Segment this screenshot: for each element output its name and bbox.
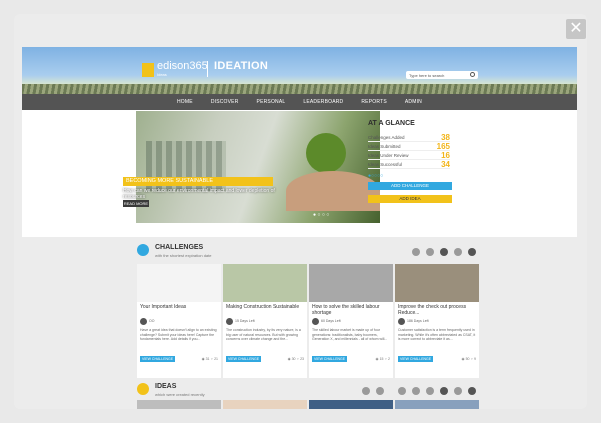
- nav-admin[interactable]: ADMIN: [396, 94, 431, 110]
- challenges-title: CHALLENGES: [155, 244, 204, 251]
- avatar: [398, 317, 405, 325]
- nav-home[interactable]: HOME: [168, 94, 202, 110]
- stat-row: Ideas Under Review 16: [368, 150, 450, 160]
- view-challenge-button[interactable]: VIEW CHALLENGE: [398, 356, 434, 362]
- target-icon[interactable]: [440, 248, 448, 256]
- bulb-icon: [142, 63, 154, 77]
- card-image: [395, 264, 479, 302]
- hero-description: How can we reduce our environmental impa…: [123, 188, 275, 200]
- nav-leaderboard[interactable]: LEADERBOARD: [294, 94, 352, 110]
- next-icon[interactable]: [468, 387, 476, 395]
- close-button[interactable]: ✕: [566, 19, 586, 39]
- filter-icon[interactable]: [398, 387, 406, 395]
- nav-personal[interactable]: PERSONAL: [248, 94, 295, 110]
- avatar: [312, 317, 319, 325]
- bulb-filter-icon[interactable]: [412, 387, 420, 395]
- at-a-glance-panel: AT A GLANCE Challenges Added 38 Ideas Sub…: [368, 120, 452, 203]
- search-icon[interactable]: [470, 72, 475, 77]
- eye-icon[interactable]: [426, 248, 434, 256]
- product-title: IDEATION: [214, 60, 269, 72]
- nav-discover[interactable]: DISCOVER: [202, 94, 248, 110]
- hero-title: BECOMING MORE SUSTAINABLE: [123, 177, 273, 186]
- brand-sub: Ideas: [157, 72, 167, 77]
- eye-icon[interactable]: [426, 387, 434, 395]
- idea-card-image[interactable]: [137, 400, 221, 409]
- idea-card-image[interactable]: [309, 400, 393, 409]
- header-banner: edison365 Ideas IDEATION Type here to se…: [22, 47, 577, 94]
- ideas-subtitle: which were created recently: [155, 392, 205, 397]
- idea-card-image[interactable]: [395, 400, 479, 409]
- bulb-filter-icon[interactable]: [412, 248, 420, 256]
- challenge-card[interactable]: Making Construction Sustainable 15 Days …: [223, 264, 307, 378]
- add-challenge-button[interactable]: ADD CHALLENGE: [368, 182, 452, 190]
- challenge-card[interactable]: How to solve the skilled labour shortage…: [309, 264, 393, 378]
- view-challenge-button[interactable]: VIEW CHALLENGE: [226, 356, 262, 362]
- main-nav: HOME DISCOVER PERSONAL LEADERBOARD REPOR…: [22, 94, 577, 110]
- close-icon: ✕: [569, 20, 583, 37]
- brand-name: edison365: [157, 60, 208, 72]
- prev-icon[interactable]: [454, 248, 462, 256]
- read-more-button[interactable]: READ MORE: [123, 200, 149, 207]
- challenge-card[interactable]: Improve the check out process Reduce... …: [395, 264, 479, 378]
- view-challenge-button[interactable]: VIEW CHALLENGE: [312, 356, 348, 362]
- card-image: [309, 264, 393, 302]
- search-input[interactable]: Type here to search: [406, 71, 478, 79]
- avatar: [140, 317, 147, 325]
- stat-row: Ideas Successful 34: [368, 159, 450, 169]
- ideas-icon: [137, 383, 149, 395]
- nav-reports[interactable]: REPORTS: [352, 94, 395, 110]
- glance-pager[interactable]: ●○○○○: [368, 173, 450, 179]
- challenges-icon: [137, 244, 149, 256]
- idea-card-image[interactable]: [223, 400, 307, 409]
- card-image: [223, 264, 307, 302]
- ideas-title: IDEAS: [155, 383, 177, 390]
- challenge-card[interactable]: Your Important Ideas OO Have a great ide…: [137, 264, 221, 378]
- prev-icon[interactable]: [362, 387, 370, 395]
- challenges-subtitle: with the shortest expiration date: [155, 253, 212, 258]
- stat-row: Ideas Submitted 165: [368, 141, 450, 151]
- target-icon[interactable]: [440, 387, 448, 395]
- add-idea-button[interactable]: ADD IDEA: [368, 195, 452, 203]
- next-icon[interactable]: [376, 387, 384, 395]
- hero-pager[interactable]: ● ○ ○ ○: [313, 212, 329, 218]
- prev-icon[interactable]: [454, 387, 462, 395]
- avatar: [226, 317, 233, 325]
- card-image: [137, 264, 221, 302]
- glance-title: AT A GLANCE: [368, 120, 415, 127]
- next-icon[interactable]: [468, 248, 476, 256]
- hero-carousel[interactable]: [136, 111, 380, 223]
- view-challenge-button[interactable]: VIEW CHALLENGE: [140, 356, 176, 362]
